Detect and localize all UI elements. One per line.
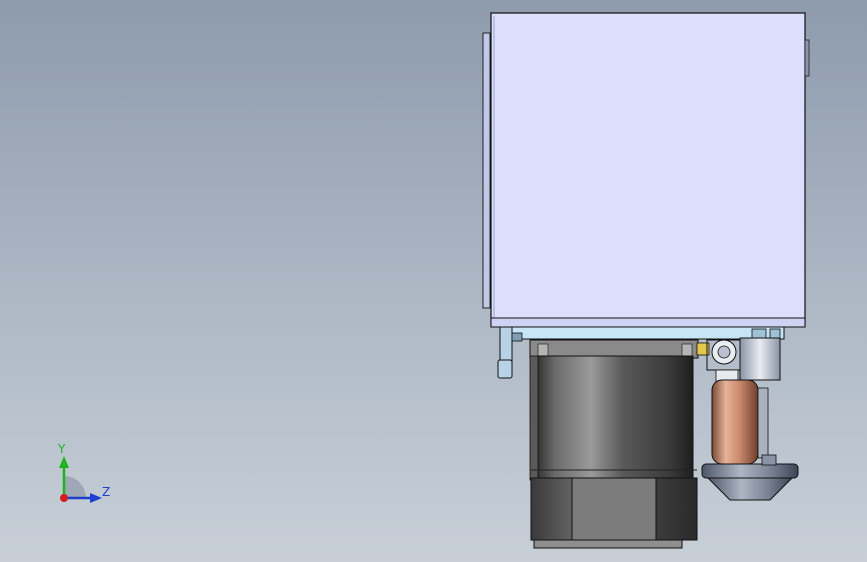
motor-body bbox=[535, 355, 694, 481]
z-axis-arrow bbox=[90, 493, 102, 503]
enclosure-side-flange bbox=[482, 32, 491, 309]
triad-arc bbox=[64, 476, 86, 498]
axis-triad: Y Z bbox=[40, 438, 120, 518]
graphics-viewport[interactable]: Y Z bbox=[0, 0, 867, 562]
motor[interactable] bbox=[529, 339, 699, 549]
y-axis-arrow bbox=[59, 456, 69, 468]
caster-wheel[interactable] bbox=[701, 337, 799, 501]
enclosure-right-latch bbox=[804, 39, 810, 77]
enclosure-body bbox=[490, 12, 806, 327]
y-axis-label: Y bbox=[58, 442, 66, 456]
3d-model-view[interactable] bbox=[0, 0, 867, 562]
x-axis-dot bbox=[60, 494, 68, 502]
z-axis-label: Z bbox=[102, 485, 111, 499]
wheel-tire bbox=[711, 379, 759, 465]
enclosure-bottom-rim bbox=[490, 317, 806, 328]
enclosure[interactable] bbox=[482, 12, 810, 328]
